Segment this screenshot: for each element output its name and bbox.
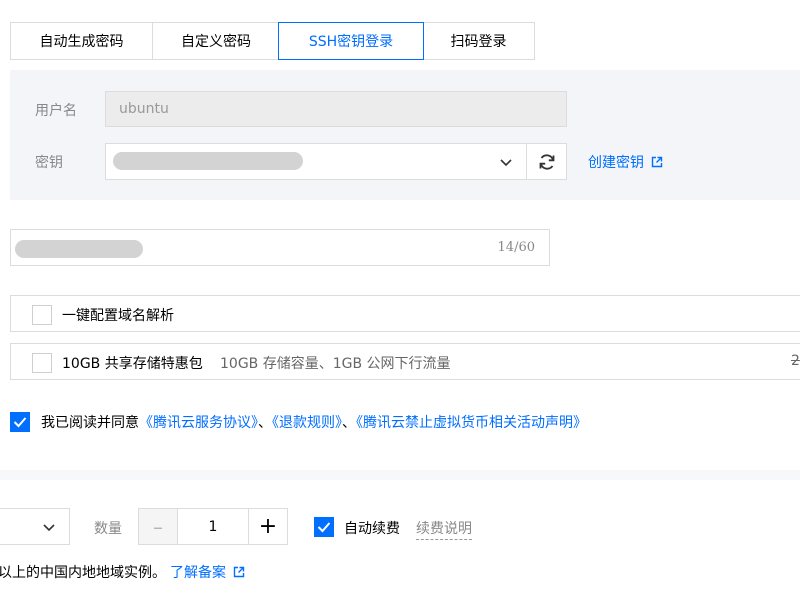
redacted-instance-name <box>15 240 143 258</box>
login-panel <box>10 70 800 200</box>
renew-info-link[interactable]: 续费说明 <box>416 518 472 540</box>
username-input: ubuntu <box>105 91 567 127</box>
external-link-icon[interactable] <box>233 566 245 578</box>
agreement-text: 我已阅读并同意《腾讯云服务协议》、《退款规则》、《腾讯云禁止虚拟货币相关活动声明… <box>41 412 587 432</box>
refund-rules-link[interactable]: 《退款规则》 <box>272 415 342 431</box>
refresh-icon <box>539 153 554 170</box>
char-counter: 14/60 <box>497 240 535 255</box>
quantity-input[interactable]: 1 <box>177 508 249 545</box>
dns-checkbox[interactable] <box>32 305 52 325</box>
tab-ssh-key[interactable]: SSH密钥登录 <box>278 22 424 60</box>
tab-custom-password[interactable]: 自定义密码 <box>152 22 280 60</box>
create-key-link[interactable]: 创建密钥 <box>588 152 663 172</box>
chevron-down-icon <box>500 159 512 167</box>
agree-checkbox[interactable] <box>10 412 30 432</box>
filing-note: 以上的中国内地地域实例。 了解备案 <box>0 562 245 582</box>
service-agreement-link[interactable]: 《腾讯云服务协议》 <box>139 415 258 431</box>
storage-checkbox[interactable] <box>32 353 52 373</box>
check-icon <box>13 417 27 428</box>
storage-option-row[interactable]: 10GB 共享存储特惠包 10GB 存储容量、1GB 公网下行流量 2 <box>10 343 800 380</box>
create-key-label: 创建密钥 <box>588 155 644 171</box>
refresh-button[interactable] <box>526 143 567 180</box>
username-label: 用户名 <box>35 103 77 119</box>
section-separator <box>0 470 800 480</box>
tab-qr-login[interactable]: 扫码登录 <box>422 22 535 60</box>
dns-option-label: 一键配置域名解析 <box>62 308 174 324</box>
auto-renew-label: 自动续费 <box>344 521 400 537</box>
quantity-increment-button[interactable]: + <box>248 508 288 545</box>
storage-option-label: 10GB 共享存储特惠包 <box>62 356 203 372</box>
filing-note-text: 以上的中国内地地域实例。 <box>0 565 166 581</box>
dns-option-row[interactable]: 一键配置域名解析 <box>10 295 800 332</box>
redacted-key-name <box>113 152 303 170</box>
crypto-statement-link[interactable]: 《腾讯云禁止虚拟货币相关活动声明》 <box>356 415 587 431</box>
storage-option-desc: 10GB 存储容量、1GB 公网下行流量 <box>220 356 451 372</box>
agreement-sep-1: 、 <box>258 415 272 431</box>
storage-option-price: 2 <box>791 353 800 369</box>
auto-renew-checkbox[interactable] <box>314 517 334 537</box>
key-select[interactable] <box>105 143 527 180</box>
external-link-icon <box>651 156 663 168</box>
chevron-down-icon <box>43 524 55 532</box>
check-icon <box>317 522 331 533</box>
instance-name-input[interactable]: 14/60 <box>10 229 550 266</box>
key-label: 密钥 <box>35 155 63 171</box>
agreement-prefix: 我已阅读并同意 <box>41 415 139 431</box>
tab-auto-password[interactable]: 自动生成密码 <box>10 22 153 60</box>
filing-link[interactable]: 了解备案 <box>170 562 226 582</box>
agreement-sep-2: 、 <box>342 415 356 431</box>
quantity-decrement-button[interactable]: – <box>138 508 178 545</box>
quantity-label: 数量 <box>94 521 122 537</box>
duration-select[interactable] <box>0 508 70 545</box>
